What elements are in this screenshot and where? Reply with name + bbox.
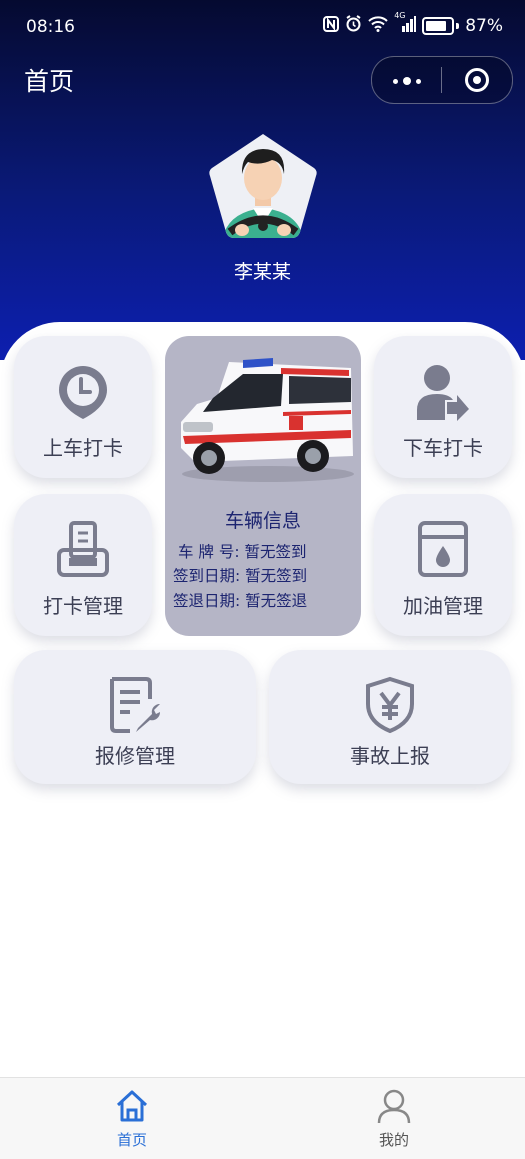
tab-home[interactable]: 首页 [72,1078,192,1159]
mini-program-capsule [371,56,513,104]
board-checkin-label: 上车打卡 [43,436,123,460]
more-menu-button[interactable] [393,77,421,85]
checkin-manage-label: 打卡管理 [43,594,123,618]
user-icon [376,1088,412,1128]
nfc-icon [323,15,340,37]
board-checkin-card[interactable]: 上车打卡 [14,336,152,478]
tab-home-label: 首页 [116,1131,147,1149]
battery-cap [456,23,460,29]
user-name: 李某某 [233,261,291,283]
avatar[interactable] [208,132,318,242]
signin-date-label: 签到日期: [173,567,241,585]
shield-yuan-icon [364,676,416,738]
plate-label: 车 牌 号: [178,543,240,561]
accident-report-label: 事故上报 [350,744,430,768]
repair-form-icon [108,676,162,738]
close-miniprogram-button[interactable] [465,68,489,92]
refuel-manage-card[interactable]: 加油管理 [374,494,512,636]
ambulance-image [173,352,355,490]
vehicle-info-card[interactable]: 车辆信息 车 牌 号: 暂无签到 签到日期: 暂无签到 签退日期: 暂无签退 [165,336,361,636]
checkin-manage-card[interactable]: 打卡管理 [14,494,152,636]
home-icon [114,1088,150,1128]
battery-percent: 87% [465,16,503,36]
network-type: 4G [394,10,406,20]
status-bar: 08:16 4G 87% [0,0,525,56]
accident-report-card[interactable]: 事故上报 [269,650,511,784]
repair-manage-label: 报修管理 [95,744,175,768]
wifi-icon [368,15,388,37]
printer-icon [56,520,110,582]
signout-date-row: 签退日期: 暂无签退 [173,589,307,611]
tab-mine-label: 我的 [378,1131,409,1149]
battery-icon [422,17,455,35]
status-time: 08:16 [26,17,75,37]
signal-icon: 4G [394,11,417,37]
fuel-card-icon [417,520,469,582]
clock-pin-icon [57,364,109,424]
alight-checkin-label: 下车打卡 [403,436,483,460]
signout-date-label: 签退日期: [173,592,241,610]
vehicle-info-title: 车辆信息 [224,510,301,532]
alight-checkin-card[interactable]: 下车打卡 [374,336,512,478]
status-icons: 4G 87% [323,11,503,37]
signin-date-row: 签到日期: 暂无签到 [173,564,307,586]
plate-value: 暂无签到 [244,543,307,561]
user-exit-icon [415,364,471,426]
capsule-divider [441,67,442,93]
tab-mine[interactable]: 我的 [334,1078,454,1159]
page-title: 首页 [24,67,75,96]
alarm-icon [345,15,362,37]
tab-bar: 首页 我的 [0,1077,525,1159]
repair-manage-card[interactable]: 报修管理 [14,650,256,784]
signin-date-value: 暂无签到 [245,567,308,585]
signout-date-value: 暂无签退 [245,592,308,610]
refuel-manage-label: 加油管理 [403,594,483,618]
plate-row: 车 牌 号: 暂无签到 [178,540,307,562]
